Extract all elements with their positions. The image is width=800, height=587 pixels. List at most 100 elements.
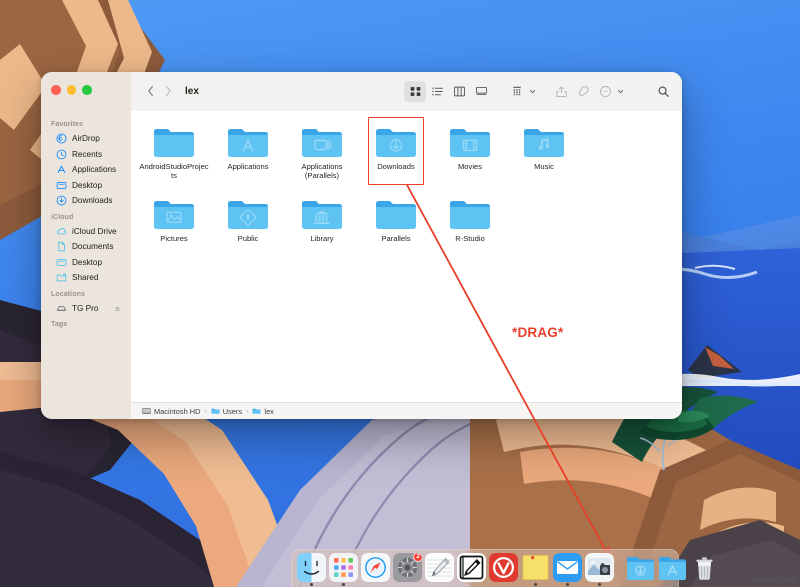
path-item-macintosh-hd[interactable]: Macintosh HD: [142, 407, 200, 416]
watermark: wsxdn.com: [753, 575, 796, 585]
sidebar-item-airdrop[interactable]: AirDrop: [46, 131, 126, 147]
folder-appstore-icon: [658, 553, 687, 582]
dock-item-downloads-folder[interactable]: [626, 553, 655, 586]
tag-icon[interactable]: [572, 81, 594, 102]
group-by-icon[interactable]: [506, 81, 528, 102]
running-indicator: [566, 583, 569, 586]
sidebar-item-recents[interactable]: Recents: [46, 147, 126, 163]
folder-movies-icon: [448, 125, 492, 159]
sidebar-item-desktop[interactable]: Desktop: [46, 178, 126, 194]
chevron-down-icon[interactable]: [528, 88, 536, 95]
file-name: R-Studio: [435, 235, 505, 244]
mail-icon: [553, 553, 582, 582]
safari-icon: [361, 553, 390, 582]
search-icon[interactable]: [652, 81, 674, 102]
preview-icon: [585, 553, 614, 582]
download-circle-icon: [56, 195, 67, 206]
eject-icon[interactable]: [114, 305, 121, 312]
file-item-movies[interactable]: Movies: [433, 121, 507, 181]
path-item-users[interactable]: Users: [211, 407, 242, 416]
file-row: AndroidStudioProjects Applica: [131, 121, 682, 181]
minimize-button[interactable]: [67, 85, 77, 95]
file-item-library[interactable]: Library: [285, 193, 359, 244]
airdrop-icon: [56, 133, 67, 144]
dock-item-mail[interactable]: [553, 553, 582, 586]
dock-item-preview[interactable]: [585, 553, 614, 586]
list-view-icon[interactable]: [426, 81, 448, 102]
folder-small-icon: [252, 407, 261, 415]
dock-item-launchpad[interactable]: [329, 553, 358, 586]
file-item-applications[interactable]: Applications: [211, 121, 285, 181]
window-controls[interactable]: [51, 85, 92, 95]
grid-view-icon[interactable]: [404, 81, 426, 102]
file-item-pictures[interactable]: Pictures: [137, 193, 211, 244]
dock-item-notes[interactable]: [425, 553, 454, 586]
sidebar-item-label: Documents: [72, 242, 113, 251]
sidebar-item-tg-pro[interactable]: TG Pro: [46, 301, 126, 317]
clock-icon: [56, 149, 67, 160]
running-indicator: [534, 583, 537, 586]
finder-window[interactable]: Favorites AirDrop Recents: [41, 72, 682, 419]
file-item-public[interactable]: Public: [211, 193, 285, 244]
path-bar[interactable]: Macintosh HD › Users ›: [131, 402, 682, 419]
path-label: Macintosh HD: [154, 407, 200, 416]
sidebar-item-shared[interactable]: Shared: [46, 270, 126, 286]
sidebar-item-label: Downloads: [72, 196, 113, 205]
maximize-button[interactable]: [82, 85, 92, 95]
back-button[interactable]: [141, 81, 159, 101]
dock-item-trash[interactable]: [690, 553, 719, 586]
file-grid[interactable]: AndroidStudioProjects Applica: [131, 111, 682, 402]
file-item-parallels[interactable]: Parallels: [359, 193, 433, 244]
sidebar-item-icloud-drive[interactable]: iCloud Drive: [46, 224, 126, 240]
dock-item-vivaldi[interactable]: [489, 553, 518, 586]
notification-badge: 2: [413, 553, 422, 562]
dock-item-applications-folder[interactable]: [658, 553, 687, 586]
file-name: Applications (Parallels): [287, 163, 357, 181]
file-item-applications-parallels[interactable]: Applications (Parallels): [285, 121, 359, 181]
launchpad-icon: [329, 553, 358, 582]
dock-item-stickies[interactable]: [521, 553, 550, 586]
file-item-r-studio[interactable]: R-Studio: [433, 193, 507, 244]
file-name: Pictures: [139, 235, 209, 244]
folder-plain-icon: [152, 125, 196, 159]
file-name: AndroidStudioProjects: [139, 163, 209, 181]
running-indicator: [310, 583, 313, 586]
file-item-androidstudioprojects[interactable]: AndroidStudioProjects: [137, 121, 211, 181]
dock-item-safari[interactable]: [361, 553, 390, 586]
column-view-icon[interactable]: [448, 81, 470, 102]
shared-folder-icon: [56, 272, 67, 283]
folder-download-icon: [374, 125, 418, 159]
chevron-down-icon[interactable]: [616, 88, 624, 95]
finder-toolbar[interactable]: lex: [131, 72, 682, 111]
file-item-downloads[interactable]: Downloads: [359, 121, 433, 181]
close-button[interactable]: [51, 85, 61, 95]
dock-item-system-preferences[interactable]: 2: [393, 553, 422, 586]
sidebar-item-desktop-icloud[interactable]: Desktop: [46, 255, 126, 271]
disk-icon: [56, 303, 67, 314]
dock[interactable]: 2: [291, 549, 679, 587]
path-item-lex[interactable]: lex: [252, 407, 273, 416]
folder-public-icon: [226, 197, 270, 231]
forward-button[interactable]: [159, 81, 177, 101]
sidebar-item-downloads[interactable]: Downloads: [46, 193, 126, 209]
path-label: lex: [264, 407, 273, 416]
more-actions-icon[interactable]: [594, 81, 616, 102]
file-item-music[interactable]: Music: [507, 121, 581, 181]
sidebar-item-label: TG Pro: [72, 304, 98, 313]
finder-main-pane: lex: [131, 72, 682, 419]
gallery-view-icon[interactable]: [470, 81, 492, 102]
dock-item-finder[interactable]: [297, 553, 326, 586]
share-icon[interactable]: [550, 81, 572, 102]
folder-parallels-icon: [300, 125, 344, 159]
file-name: Library: [287, 235, 357, 244]
dock-item-skim[interactable]: [457, 553, 486, 586]
finder-sidebar[interactable]: Favorites AirDrop Recents: [41, 72, 131, 419]
sidebar-item-documents[interactable]: Documents: [46, 239, 126, 255]
sidebar-item-label: Shared: [72, 273, 98, 282]
sidebar-item-applications[interactable]: Applications: [46, 162, 126, 178]
file-name: Music: [509, 163, 579, 172]
folder-library-icon: [300, 197, 344, 231]
running-indicator: [598, 583, 601, 586]
hard-disk-icon: [142, 407, 151, 415]
vivaldi-icon: [489, 553, 518, 582]
